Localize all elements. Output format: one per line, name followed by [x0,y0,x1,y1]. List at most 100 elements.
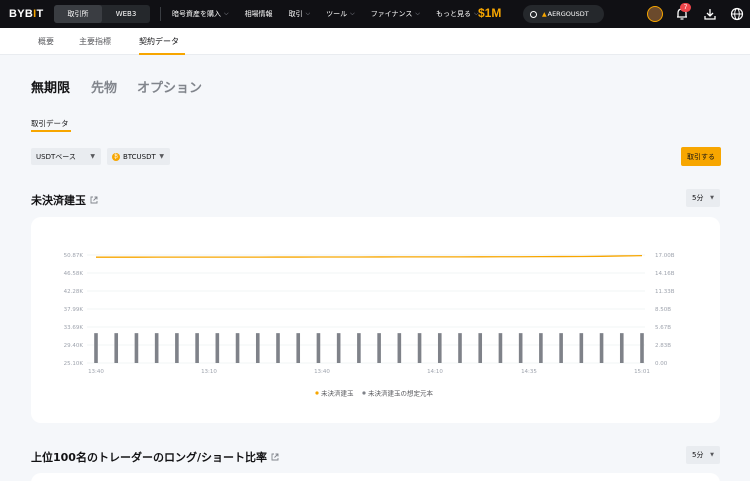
nav-menu-item[interactable]: ツール ⌵ [326,9,355,19]
globe-icon[interactable] [730,7,744,21]
x-axis-tick: 13:40 [88,369,104,375]
section-tab-indicator [31,130,71,132]
chevron-down-icon: ⌵ [350,10,355,17]
download-icon[interactable] [703,7,717,21]
open-interest-value-bar [154,333,159,363]
chevron-down-icon: ⌵ [305,10,311,17]
category-perpetual[interactable]: 無期限 [31,77,70,96]
left-axis-tick: 33.69K [64,325,84,331]
nav-divider [160,7,161,21]
chevron-down-icon: ▼ [159,153,164,160]
open-interest-value-bar [599,333,604,363]
left-axis-tick: 50.87K [64,253,84,259]
nav-menu-label: ツール [326,10,348,18]
symbol-value: BTCUSDT [123,152,156,161]
external-link-icon[interactable] [271,453,279,461]
legend-label-open-interest: 未決済建玉 [321,389,354,398]
open-interest-chart: 25.10K 0.00 29.40K 2.83B 33.69K 5.67B 37.99K 8.… [64,253,675,398]
active-tab-indicator [139,53,185,55]
nav-menu-label: ファイナンス [370,10,413,18]
top-navbar: BYBIT 取引所 WEB3 暗号資産を購入 ⌵ 相場情報 取引 ⌵ ツール ⌵ ファイナンス… [0,0,750,28]
symbol-select[interactable]: ₿ BTCUSDT ▼ [107,148,170,165]
open-interest-line [96,254,643,258]
long-short-title-text: 上位100名のトレーダーのロング/ショート比率 [31,451,267,464]
open-interest-value-bar [296,333,301,363]
open-interest-value-bar [559,333,563,363]
open-interest-value-bar [134,333,139,363]
open-interest-value-bar [336,333,341,363]
chevron-down-icon: ▼ [710,195,714,201]
open-interest-value-bar [276,333,280,363]
chevron-down-icon: ▼ [90,153,95,160]
right-axis-tick: 8.50B [655,307,671,313]
right-axis-tick: 17.00B [655,253,675,259]
switch-web3[interactable]: WEB3 [102,5,150,23]
exchange-web3-switch: 取引所 WEB3 [54,5,150,23]
open-interest-value-bar [518,333,523,363]
tab-key-metrics[interactable]: 主要指標 [79,36,111,47]
search-icon [530,10,537,18]
chevron-down-icon: ⌵ [415,10,420,17]
open-interest-value-bar [195,333,199,363]
btc-coin-icon: ₿ [112,152,120,161]
open-interest-value-bar [215,333,220,363]
right-axis-tick: 14.16B [655,271,675,277]
open-interest-value-bar [640,333,644,363]
open-interest-value-bar [458,333,462,363]
category-options[interactable]: オプション [137,77,202,96]
open-interest-value-bar [397,333,402,363]
left-axis-tick: 46.58K [64,271,84,277]
promo-banner[interactable]: $1M [478,6,501,20]
right-axis-tick: 2.83B [655,343,671,349]
external-link-icon[interactable] [90,196,98,204]
legend-marker-open-interest [315,391,319,395]
search-input[interactable]: ▲ AERGOUSDT [523,5,604,23]
nav-menu-item[interactable]: もっと見る ⌵ [436,9,479,19]
nav-menu-item[interactable]: 暗号資産を購入 ⌵ [172,9,229,19]
open-interest-value-bar [316,333,321,363]
nav-menu-label: 取引 [288,10,303,18]
nav-menu-item[interactable]: 取引 ⌵ [289,9,311,19]
base-currency-select[interactable]: USDTベース ▼ [31,148,101,165]
bybit-logo[interactable]: BYBIT [9,8,44,20]
legend-label-notional: 未決済建玉の想定元本 [368,389,434,398]
nav-menu-item[interactable]: ファイナンス ⌵ [371,9,420,19]
long-short-period-select[interactable]: 5分 ▼ [686,446,720,464]
nav-menu-label: 相場情報 [244,10,273,18]
switch-exchange[interactable]: 取引所 [54,5,102,23]
open-interest-value-bar [255,333,260,363]
open-interest-value-bar [357,333,361,363]
avatar[interactable] [647,6,663,22]
search-value: AERGOUSDT [547,10,589,18]
left-axis-tick: 42.28K [64,289,84,295]
legend-marker-notional [362,391,366,395]
base-currency-value: USDTベース [36,152,76,161]
tab-overview[interactable]: 概要 [38,36,54,47]
x-axis-tick: 13:10 [201,369,217,375]
tab-contract-data[interactable]: 契約データ [139,36,179,47]
chevron-down-icon: ⌵ [224,10,229,17]
trade-button[interactable]: 取引する [681,147,721,166]
open-interest-value-bar [478,333,483,363]
period-value: 5分 [692,451,704,459]
period-value: 5分 [692,194,704,202]
section-tab-trading-data[interactable]: 取引データ [31,118,69,129]
open-interest-value-bar [579,333,584,363]
left-axis-tick: 29.40K [64,343,84,349]
left-axis-tick: 25.10K [64,361,84,367]
sub-navbar: 概要 主要指標 契約データ [0,28,750,55]
x-axis-tick: 13:40 [314,369,330,375]
open-interest-chart-card: 25.10K 0.00 29.40K 2.83B 33.69K 5.67B 37.99K 8.… [31,217,720,423]
x-axis-tick: 14:10 [427,369,443,375]
open-interest-period-select[interactable]: 5分 ▼ [686,189,720,207]
category-futures[interactable]: 先物 [91,77,117,96]
open-interest-value-bar [417,333,422,363]
long-short-chart-card [31,473,720,481]
nav-menu-item[interactable]: 相場情報 [245,9,273,19]
right-axis-tick: 5.67B [655,325,671,331]
open-interest-value-bar [175,333,179,363]
open-interest-value-bar [498,333,503,363]
fire-icon: ▲ [542,10,547,18]
open-interest-title-text: 未決済建玉 [31,194,86,207]
chevron-down-icon: ▼ [710,452,714,458]
